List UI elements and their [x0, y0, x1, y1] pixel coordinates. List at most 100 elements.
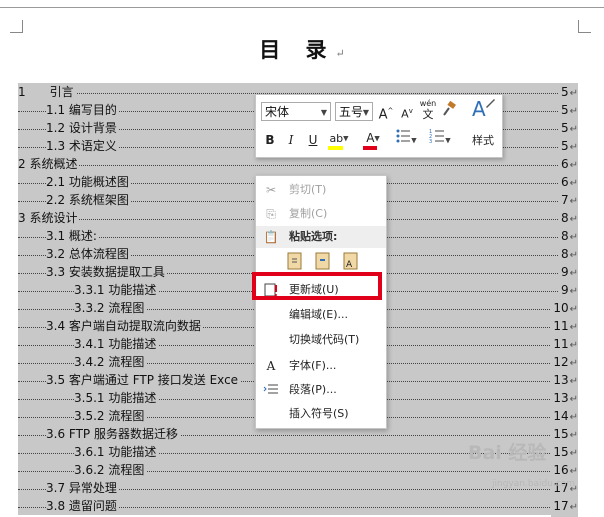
paragraph-mark: ↵ [569, 412, 578, 423]
paste-merge-formatting-icon [315, 252, 330, 270]
paragraph-mark: ↵ [569, 124, 578, 135]
paragraph-mark: ↵ [569, 358, 578, 369]
paragraph-mark: ↵ [569, 268, 578, 279]
toc-page-number: 15 [553, 427, 569, 441]
page-title: 目 录↵ [0, 34, 604, 64]
toc-entry-label: 3.1 概述: [46, 227, 99, 245]
toc-entry[interactable]: 3.8 遗留问题 17↵ [18, 497, 578, 517]
toc-entry-label: 3.4 客户端自动提取流向数据 [46, 317, 203, 335]
menu-item-cut[interactable]: ✂ 剪切(T) [256, 179, 386, 201]
toc-entry-page: 17↵ [551, 497, 578, 517]
menu-item-edit-field[interactable]: 编辑域(E)... [256, 304, 386, 326]
highlight-box [252, 272, 382, 300]
italic-button[interactable]: I [283, 130, 299, 150]
toc-page-number: 15 [553, 445, 569, 459]
styles-label: 样式 [472, 134, 494, 147]
toc-entry-label: 1 引言 [18, 83, 76, 101]
toc-entry-page: 13↵ [551, 371, 578, 391]
toc-page-number: 6 [560, 157, 569, 171]
phonetic-guide-button[interactable]: wén 文 [418, 98, 438, 120]
paragraph-mark: ↵ [569, 448, 578, 459]
crop-mark-left [10, 20, 23, 33]
grow-font-icon: A [378, 107, 388, 123]
menu-item-toggle-field-codes[interactable]: 切换域代码(T) [256, 329, 386, 351]
title-paragraph-mark: ↵ [335, 47, 345, 60]
toc-entry-page: 7↵ [558, 191, 578, 211]
toc-entry-label: 3.5.1 功能描述 [74, 389, 159, 407]
shrink-font-button[interactable]: Av [398, 101, 416, 121]
highlight-icon: ab [329, 132, 344, 145]
paragraph-mark: ↵ [569, 232, 578, 243]
italic-icon: I [288, 133, 294, 147]
paste-options-icons: A [287, 252, 358, 270]
toc-entry-page: 10↵ [551, 299, 578, 319]
phonetic-guide-icon: wén [419, 99, 437, 108]
crop-mark-right [578, 20, 591, 33]
watermark-url-text: jingyan.baidu.com [492, 479, 576, 489]
toc-entry-label: 1.1 编写目的 [46, 101, 119, 119]
menu-item-font[interactable]: A 字体(F)... [256, 355, 386, 377]
paragraph-mark: ↵ [569, 286, 578, 297]
chevron-down-icon: ▼ [343, 134, 349, 143]
toc-entry-label: 2.1 功能概述图 [46, 173, 131, 191]
format-painter-icon [443, 100, 456, 116]
toc-page-number: 5 [560, 139, 569, 153]
clipboard-icon: 📋 [263, 230, 279, 244]
toc-entry-page: 5↵ [558, 137, 578, 157]
menu-item-paragraph[interactable]: 段落(P)... [256, 379, 386, 401]
toc-page-number: 5 [560, 103, 569, 117]
paragraph-mark: ↵ [569, 340, 578, 351]
menu-item-paste-options: 📋 粘贴选项: [256, 226, 386, 248]
scissors-icon: ✂ [265, 183, 277, 197]
font-color-button[interactable]: A▼ [360, 128, 386, 150]
toc-entry-label: 3.5 客户端通过 FTP 接口发送 Exce [46, 371, 241, 389]
paragraph-mark: ↵ [569, 160, 578, 171]
toc-page-number: 13 [553, 373, 569, 387]
toc-entry-label: 3.4.2 流程图 [74, 353, 147, 371]
font-name-select[interactable]: 宋体 ▼ [261, 102, 331, 121]
context-menu: ✂ 剪切(T) ⎘ 复制(C) 📋 粘贴选项: A 更新域(U) 编辑域(E).… [255, 175, 387, 429]
numbered-list-icon: 1 2 3 [429, 129, 445, 145]
styles-icon-button[interactable]: A [468, 97, 498, 121]
styles-button[interactable]: 样式 [466, 131, 500, 151]
paragraph-mark: ↵ [569, 322, 578, 333]
menu-item-copy[interactable]: ⎘ 复制(C) [256, 203, 386, 225]
chevron-down-icon: ▼ [374, 134, 380, 143]
paragraph-mark: ↵ [569, 142, 578, 153]
paragraph-icon [263, 382, 279, 398]
toc-entry-label: 1.3 术语定义 [46, 137, 119, 155]
menu-item-label: 段落(P)... [289, 383, 337, 396]
font-color-bar [363, 146, 377, 150]
bold-button[interactable]: B [262, 130, 278, 150]
font-size-value: 五号 [339, 105, 364, 119]
paragraph-mark: ↵ [569, 214, 578, 225]
toc-entry-page: 5↵ [558, 119, 578, 139]
toc-page-number: 11 [553, 337, 569, 351]
watermark-logo: Bai 经验 [468, 438, 546, 465]
underline-button[interactable]: U [305, 130, 321, 150]
toc-page-number: 7 [560, 193, 569, 207]
toc-page-number: 8 [560, 211, 569, 225]
toc-page-number: 8 [560, 247, 569, 261]
watermark-text: Bai 经验 [468, 442, 547, 464]
highlight-button[interactable]: ab▼ [325, 128, 353, 150]
toc-entry-page: 15↵ [551, 425, 578, 445]
paragraph-mark: ↵ [569, 178, 578, 189]
watermark-url: jingyan.baidu.com [492, 479, 575, 489]
format-painter-button[interactable] [440, 100, 458, 121]
toc-entry-label: 2.2 系统框架图 [46, 191, 131, 209]
grow-font-button[interactable]: A^ [377, 101, 395, 123]
bullets-button[interactable]: ▼ [394, 128, 418, 148]
toc-entry-label: 3.7 异常处理 [46, 479, 119, 497]
font-size-select[interactable]: 五号 ▼ [335, 102, 373, 121]
toc-entry-page: 8↵ [558, 245, 578, 265]
toc-entry-label: 3.5.2 流程图 [74, 407, 147, 425]
toc-entry-page: 6↵ [558, 173, 578, 193]
bullet-list-icon [396, 129, 411, 143]
toc-page-number: 11 [553, 319, 569, 333]
toc-entry-page: 15↵ [551, 443, 578, 463]
numbering-button[interactable]: 1 2 3 ▼ [428, 128, 452, 148]
menu-item-insert-symbol[interactable]: 插入符号(S) [256, 403, 386, 425]
toc-page-number: 6 [560, 175, 569, 189]
underline-icon: U [308, 133, 318, 147]
